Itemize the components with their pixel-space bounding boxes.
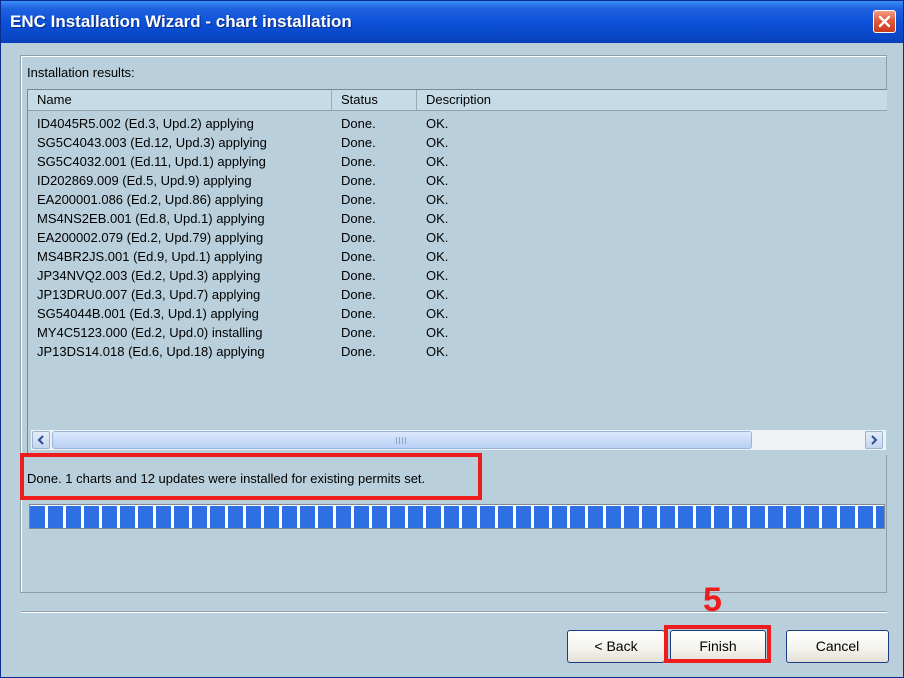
row-name-cell: SG5C4032.001 (Ed.11, Upd.1) applying <box>37 154 266 169</box>
row-description-cell: OK. <box>426 192 449 207</box>
row-status-cell: Done. <box>341 249 376 264</box>
list-item[interactable]: SG5C4043.003 (Ed.12, Upd.3) applying Done… <box>28 133 886 152</box>
row-status-cell: Done. <box>341 268 376 283</box>
row-description-cell: OK. <box>426 344 449 359</box>
column-header-status[interactable]: Status <box>332 90 417 110</box>
scroll-left-button[interactable] <box>32 431 50 449</box>
progress-fill <box>30 506 884 528</box>
window-title: ENC Installation Wizard - chart installa… <box>10 12 352 31</box>
separator-line <box>21 611 887 613</box>
list-item[interactable]: JP13DRU0.007 (Ed.3, Upd.7) applying Done.… <box>28 285 886 304</box>
list-item[interactable]: SG5C4032.001 (Ed.11, Upd.1) applying Done… <box>28 152 886 171</box>
back-button[interactable]: < Back <box>567 630 665 663</box>
list-item[interactable]: MS4BR2JS.001 (Ed.9, Upd.1) applying Done.… <box>28 247 886 266</box>
row-description-cell: OK. <box>426 230 449 245</box>
row-name-cell: MS4NS2EB.001 (Ed.8, Upd.1) applying <box>37 211 265 226</box>
cancel-button[interactable]: Cancel <box>786 630 889 663</box>
row-description-cell: OK. <box>426 287 449 302</box>
row-name-cell: EA200002.079 (Ed.2, Upd.79) applying <box>37 230 264 245</box>
row-status-cell: Done. <box>341 306 376 321</box>
row-status-cell: Done. <box>341 344 376 359</box>
row-description-cell: OK. <box>426 306 449 321</box>
row-description-cell: OK. <box>426 249 449 264</box>
row-description-cell: OK. <box>426 325 449 340</box>
list-item[interactable]: ID4045R5.002 (Ed.3, Upd.2) applying Done.… <box>28 114 886 133</box>
scroll-thumb[interactable] <box>52 431 752 449</box>
list-item[interactable]: MS4NS2EB.001 (Ed.8, Upd.1) applying Done.… <box>28 209 886 228</box>
row-description-cell: OK. <box>426 211 449 226</box>
list-item[interactable]: SG54044B.001 (Ed.3, Upd.1) applying Done.… <box>28 304 886 323</box>
row-description-cell: OK. <box>426 116 449 131</box>
column-header-description[interactable]: Description <box>417 90 887 110</box>
row-name-cell: SG5C4043.003 (Ed.12, Upd.3) applying <box>37 135 267 150</box>
title-bar[interactable]: ENC Installation Wizard - chart installa… <box>1 1 903 43</box>
row-name-cell: JP13DRU0.007 (Ed.3, Upd.7) applying <box>37 287 261 302</box>
list-item[interactable]: MY4C5123.000 (Ed.2, Upd.0) installing Don… <box>28 323 886 342</box>
arrow-left-icon <box>37 435 44 445</box>
row-name-cell: ID4045R5.002 (Ed.3, Upd.2) applying <box>37 116 254 131</box>
row-name-cell: ID202869.009 (Ed.5, Upd.9) applying <box>37 173 252 188</box>
row-status-cell: Done. <box>341 116 376 131</box>
row-name-cell: JP13DS14.018 (Ed.6, Upd.18) applying <box>37 344 265 359</box>
wizard-window: ENC Installation Wizard - chart installa… <box>0 0 904 678</box>
list-item[interactable]: EA200001.086 (Ed.2, Upd.86) applying Done… <box>28 190 886 209</box>
row-name-cell: SG54044B.001 (Ed.3, Upd.1) applying <box>37 306 259 321</box>
arrow-right-icon <box>871 435 878 445</box>
row-status-cell: Done. <box>341 135 376 150</box>
list-item[interactable]: ID202869.009 (Ed.5, Upd.9) applying Done.… <box>28 171 886 190</box>
progress-bar <box>29 504 885 529</box>
highlight-box-status <box>20 453 482 500</box>
row-description-cell: OK. <box>426 268 449 283</box>
installation-results-label: Installation results: <box>27 65 135 80</box>
row-description-cell: OK. <box>426 135 449 150</box>
highlight-box-finish <box>664 625 771 663</box>
row-name-cell: MY4C5123.000 (Ed.2, Upd.0) installing <box>37 325 263 340</box>
row-description-cell: OK. <box>426 173 449 188</box>
grip-icon <box>396 437 406 444</box>
row-description-cell: OK. <box>426 154 449 169</box>
list-item[interactable]: JP34NVQ2.003 (Ed.2, Upd.3) applying Done.… <box>28 266 886 285</box>
row-status-cell: Done. <box>341 230 376 245</box>
row-status-cell: Done. <box>341 211 376 226</box>
row-status-cell: Done. <box>341 173 376 188</box>
row-status-cell: Done. <box>341 192 376 207</box>
column-header-name[interactable]: Name <box>28 90 332 110</box>
row-name-cell: EA200001.086 (Ed.2, Upd.86) applying <box>37 192 264 207</box>
row-status-cell: Done. <box>341 154 376 169</box>
scroll-right-button[interactable] <box>865 431 883 449</box>
step-number-annotation: 5 <box>703 581 722 619</box>
row-status-cell: Done. <box>341 325 376 340</box>
row-status-cell: Done. <box>341 287 376 302</box>
row-name-cell: JP34NVQ2.003 (Ed.2, Upd.3) applying <box>37 268 261 283</box>
close-icon <box>878 15 891 28</box>
list-header: Name Status Description <box>28 90 887 111</box>
list-item[interactable]: EA200002.079 (Ed.2, Upd.79) applying Done… <box>28 228 886 247</box>
list-item[interactable]: JP13DS14.018 (Ed.6, Upd.18) applying Done… <box>28 342 886 361</box>
results-list[interactable]: Name Status Description ID4045R5.002 (Ed… <box>27 89 887 455</box>
row-name-cell: MS4BR2JS.001 (Ed.9, Upd.1) applying <box>37 249 263 264</box>
horizontal-scrollbar[interactable] <box>31 430 886 450</box>
close-button[interactable] <box>873 10 896 33</box>
